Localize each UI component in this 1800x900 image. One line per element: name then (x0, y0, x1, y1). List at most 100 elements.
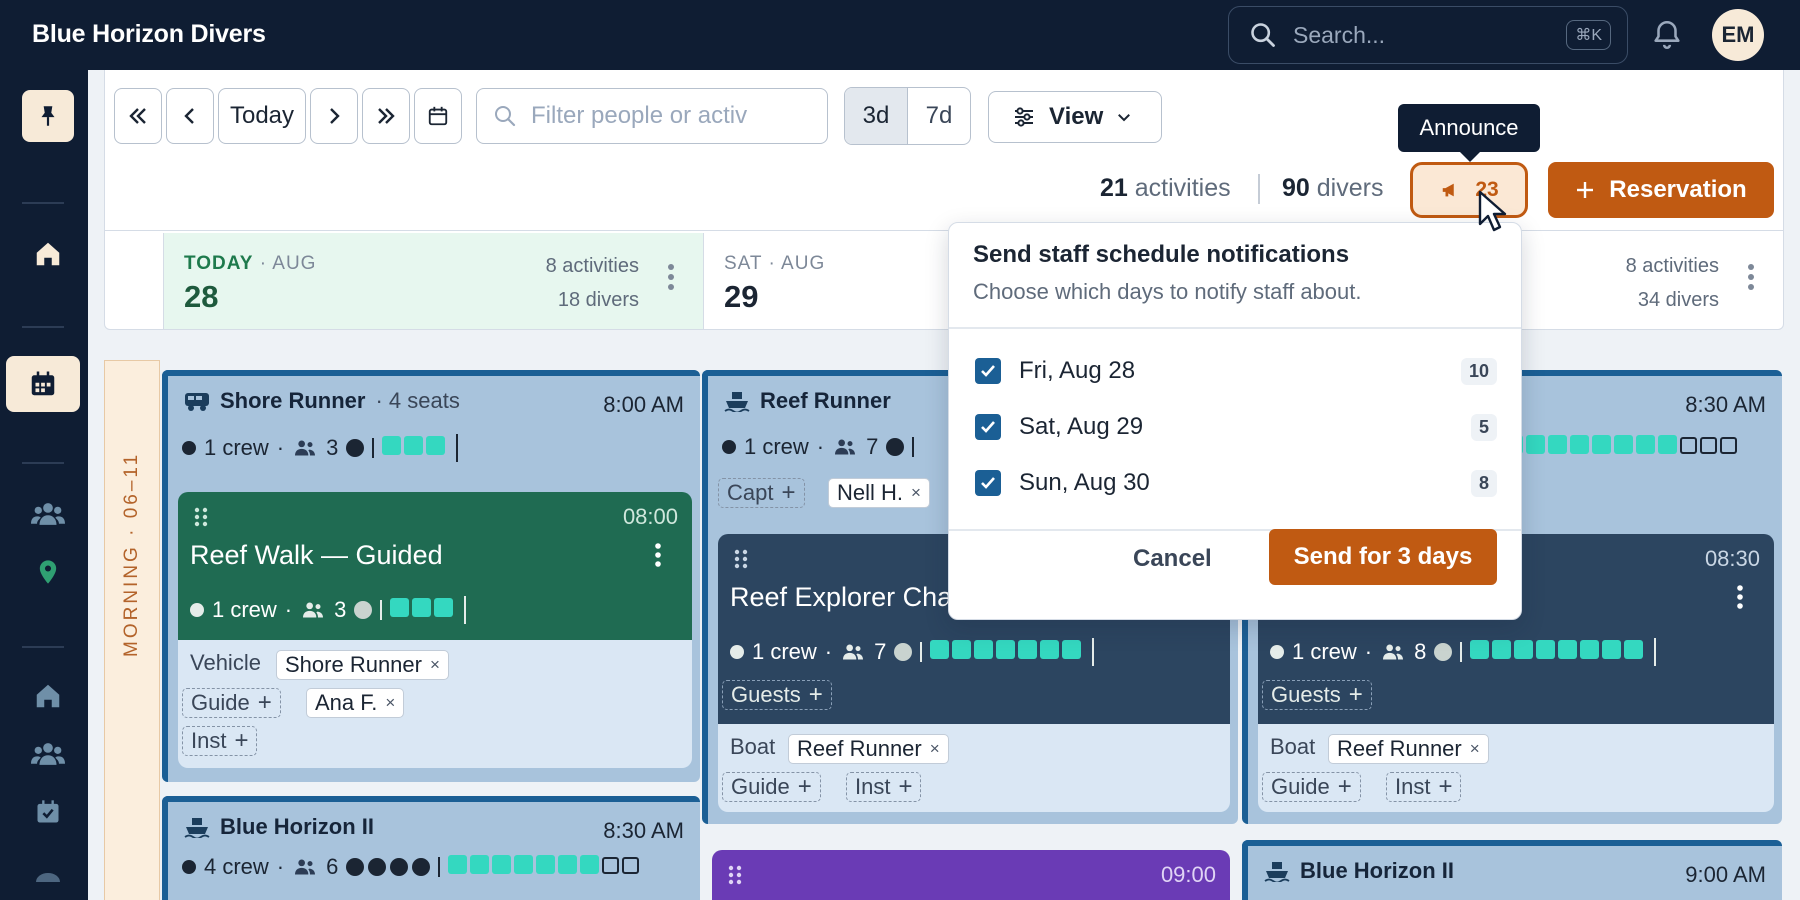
activity-purple[interactable]: 09:00 (712, 850, 1230, 900)
range-3d-button[interactable]: 3d (845, 88, 908, 144)
boat-chip[interactable]: Reef Runner × (788, 734, 949, 764)
people-count: 6 (326, 854, 339, 879)
close-icon[interactable]: × (1470, 739, 1480, 759)
day-month: AUG (781, 253, 826, 274)
search-shortcut: ⌘K (1566, 20, 1611, 50)
next-button[interactable] (310, 88, 358, 144)
capt-chip[interactable]: Nell H. × (828, 478, 930, 508)
inst-add-chip[interactable]: Inst + (1386, 772, 1462, 802)
card-title: Reef Runner (724, 388, 891, 414)
view-button[interactable]: View (988, 91, 1162, 143)
today-button[interactable]: Today (218, 88, 306, 144)
announce-button[interactable]: 23 (1410, 162, 1528, 218)
location-pin-icon[interactable] (22, 546, 74, 598)
capt-add-chip[interactable]: Capt + (718, 478, 805, 508)
jump-forward-button[interactable] (362, 88, 410, 144)
top-bar: Blue Horizon Divers Search... ⌘K EM (0, 0, 1800, 70)
add-reservation-button[interactable]: Reservation (1548, 162, 1774, 218)
people-icon[interactable] (22, 488, 74, 540)
resource-card-blue-horizon[interactable]: Blue Horizon II 8:30 AM 4 crew · 6 (162, 796, 700, 900)
guide-chip[interactable]: Ana F. × (306, 688, 405, 718)
avatar[interactable]: EM (1712, 9, 1764, 61)
home-icon[interactable] (22, 228, 74, 280)
chip-label: Inst (191, 728, 227, 753)
calendar-check-icon[interactable] (22, 786, 74, 838)
kebab-icon[interactable] (667, 263, 675, 291)
kebab-icon[interactable] (1736, 584, 1744, 610)
jump-back-button[interactable] (114, 88, 162, 144)
resource-card-blue-horizon-2[interactable]: Blue Horizon II 9:00 AM (1242, 840, 1782, 900)
card-name: Blue Horizon II (220, 814, 374, 839)
option-count: 8 (1470, 469, 1497, 497)
guests-add-chip[interactable]: Guests + (1262, 680, 1372, 710)
day-option[interactable]: Sun, Aug 30 8 (975, 463, 1497, 503)
activity-reef-walk[interactable]: 08:00 Reef Walk — Guided 1 crew · 3 Vehi… (178, 492, 692, 768)
guests-add-chip[interactable]: Guests + (722, 680, 832, 710)
close-icon[interactable]: × (385, 693, 395, 713)
chip-label: Guide (191, 690, 250, 715)
option-count: 10 (1460, 357, 1497, 385)
bell-icon[interactable] (1650, 18, 1684, 52)
divider (372, 438, 375, 458)
sidebar-divider (22, 646, 64, 648)
guide-add-chip[interactable]: Guide + (1262, 772, 1361, 802)
inst-add-chip[interactable]: Inst + (846, 772, 922, 802)
guide-add-chip[interactable]: Guide + (182, 688, 281, 718)
plus-icon: + (797, 773, 812, 800)
inst-add-chip[interactable]: Inst + (182, 726, 258, 756)
crew-count: 1 crew (1292, 639, 1357, 664)
chip-label: Guests (1271, 682, 1341, 707)
team-icon[interactable] (22, 728, 74, 780)
checkbox[interactable] (975, 414, 1001, 440)
crew-count: 1 crew (744, 434, 809, 459)
separator: · (816, 434, 825, 459)
pin-icon[interactable] (22, 90, 74, 142)
plus-icon: + (234, 727, 249, 754)
more-icon[interactable] (22, 850, 74, 900)
boat-chip[interactable]: Reef Runner × (1328, 734, 1489, 764)
close-icon[interactable]: × (430, 655, 440, 675)
range-7d-button[interactable]: 7d (908, 88, 970, 144)
app-title: Blue Horizon Divers (32, 20, 266, 48)
card-title: Shore Runner · 4 seats (184, 388, 460, 414)
checkbox[interactable] (975, 358, 1001, 384)
vehicle-chip[interactable]: Shore Runner × (276, 650, 449, 680)
divider (912, 437, 915, 457)
day-option[interactable]: Sat, Aug 29 5 (975, 407, 1497, 447)
day-option[interactable]: Fri, Aug 28 10 (975, 351, 1497, 391)
close-icon[interactable]: × (930, 739, 940, 759)
kebab-icon[interactable] (654, 542, 662, 568)
double-chevron-left-icon (129, 108, 146, 124)
megaphone-icon (1443, 183, 1455, 197)
crew-count: 4 crew (204, 854, 269, 879)
guide-add-chip[interactable]: Guide + (722, 772, 821, 802)
drag-handle-icon[interactable] (194, 506, 208, 528)
seat-squares (390, 597, 456, 623)
plus-icon: + (257, 689, 272, 716)
day-header-today[interactable]: TODAY · AUG 28 8 activities 18 divers (163, 233, 703, 329)
house-icon[interactable] (22, 670, 74, 722)
day-activities: 8 activities (545, 255, 639, 277)
date-picker-button[interactable] (414, 88, 462, 144)
previous-button[interactable] (166, 88, 214, 144)
activity-body: Boat Reef Runner × Guide + Inst + (718, 724, 1230, 812)
seat-squares (930, 639, 1084, 665)
day-number: 28 (184, 279, 219, 314)
people-icon (295, 859, 316, 875)
search-input[interactable]: Search... ⌘K (1228, 6, 1628, 64)
popover-title: Send staff schedule notifications (973, 241, 1350, 268)
drag-handle-icon[interactable] (734, 548, 748, 570)
drag-handle-icon[interactable] (728, 864, 742, 886)
crew-dots (346, 858, 431, 876)
send-button[interactable]: Send for 3 days (1269, 529, 1497, 585)
checkbox[interactable] (975, 470, 1001, 496)
filter-input[interactable]: Filter people or activ (476, 88, 828, 144)
calendar-icon[interactable] (6, 356, 80, 412)
kebab-icon[interactable] (1747, 263, 1755, 291)
people-count: 7 (866, 434, 879, 459)
seat-squares (1504, 434, 1740, 460)
close-icon[interactable]: × (911, 483, 921, 503)
cancel-button[interactable]: Cancel (1133, 545, 1212, 573)
divider (380, 600, 383, 620)
resource-card-shore-runner[interactable]: Shore Runner · 4 seats 8:00 AM 1 crew · … (162, 370, 700, 782)
